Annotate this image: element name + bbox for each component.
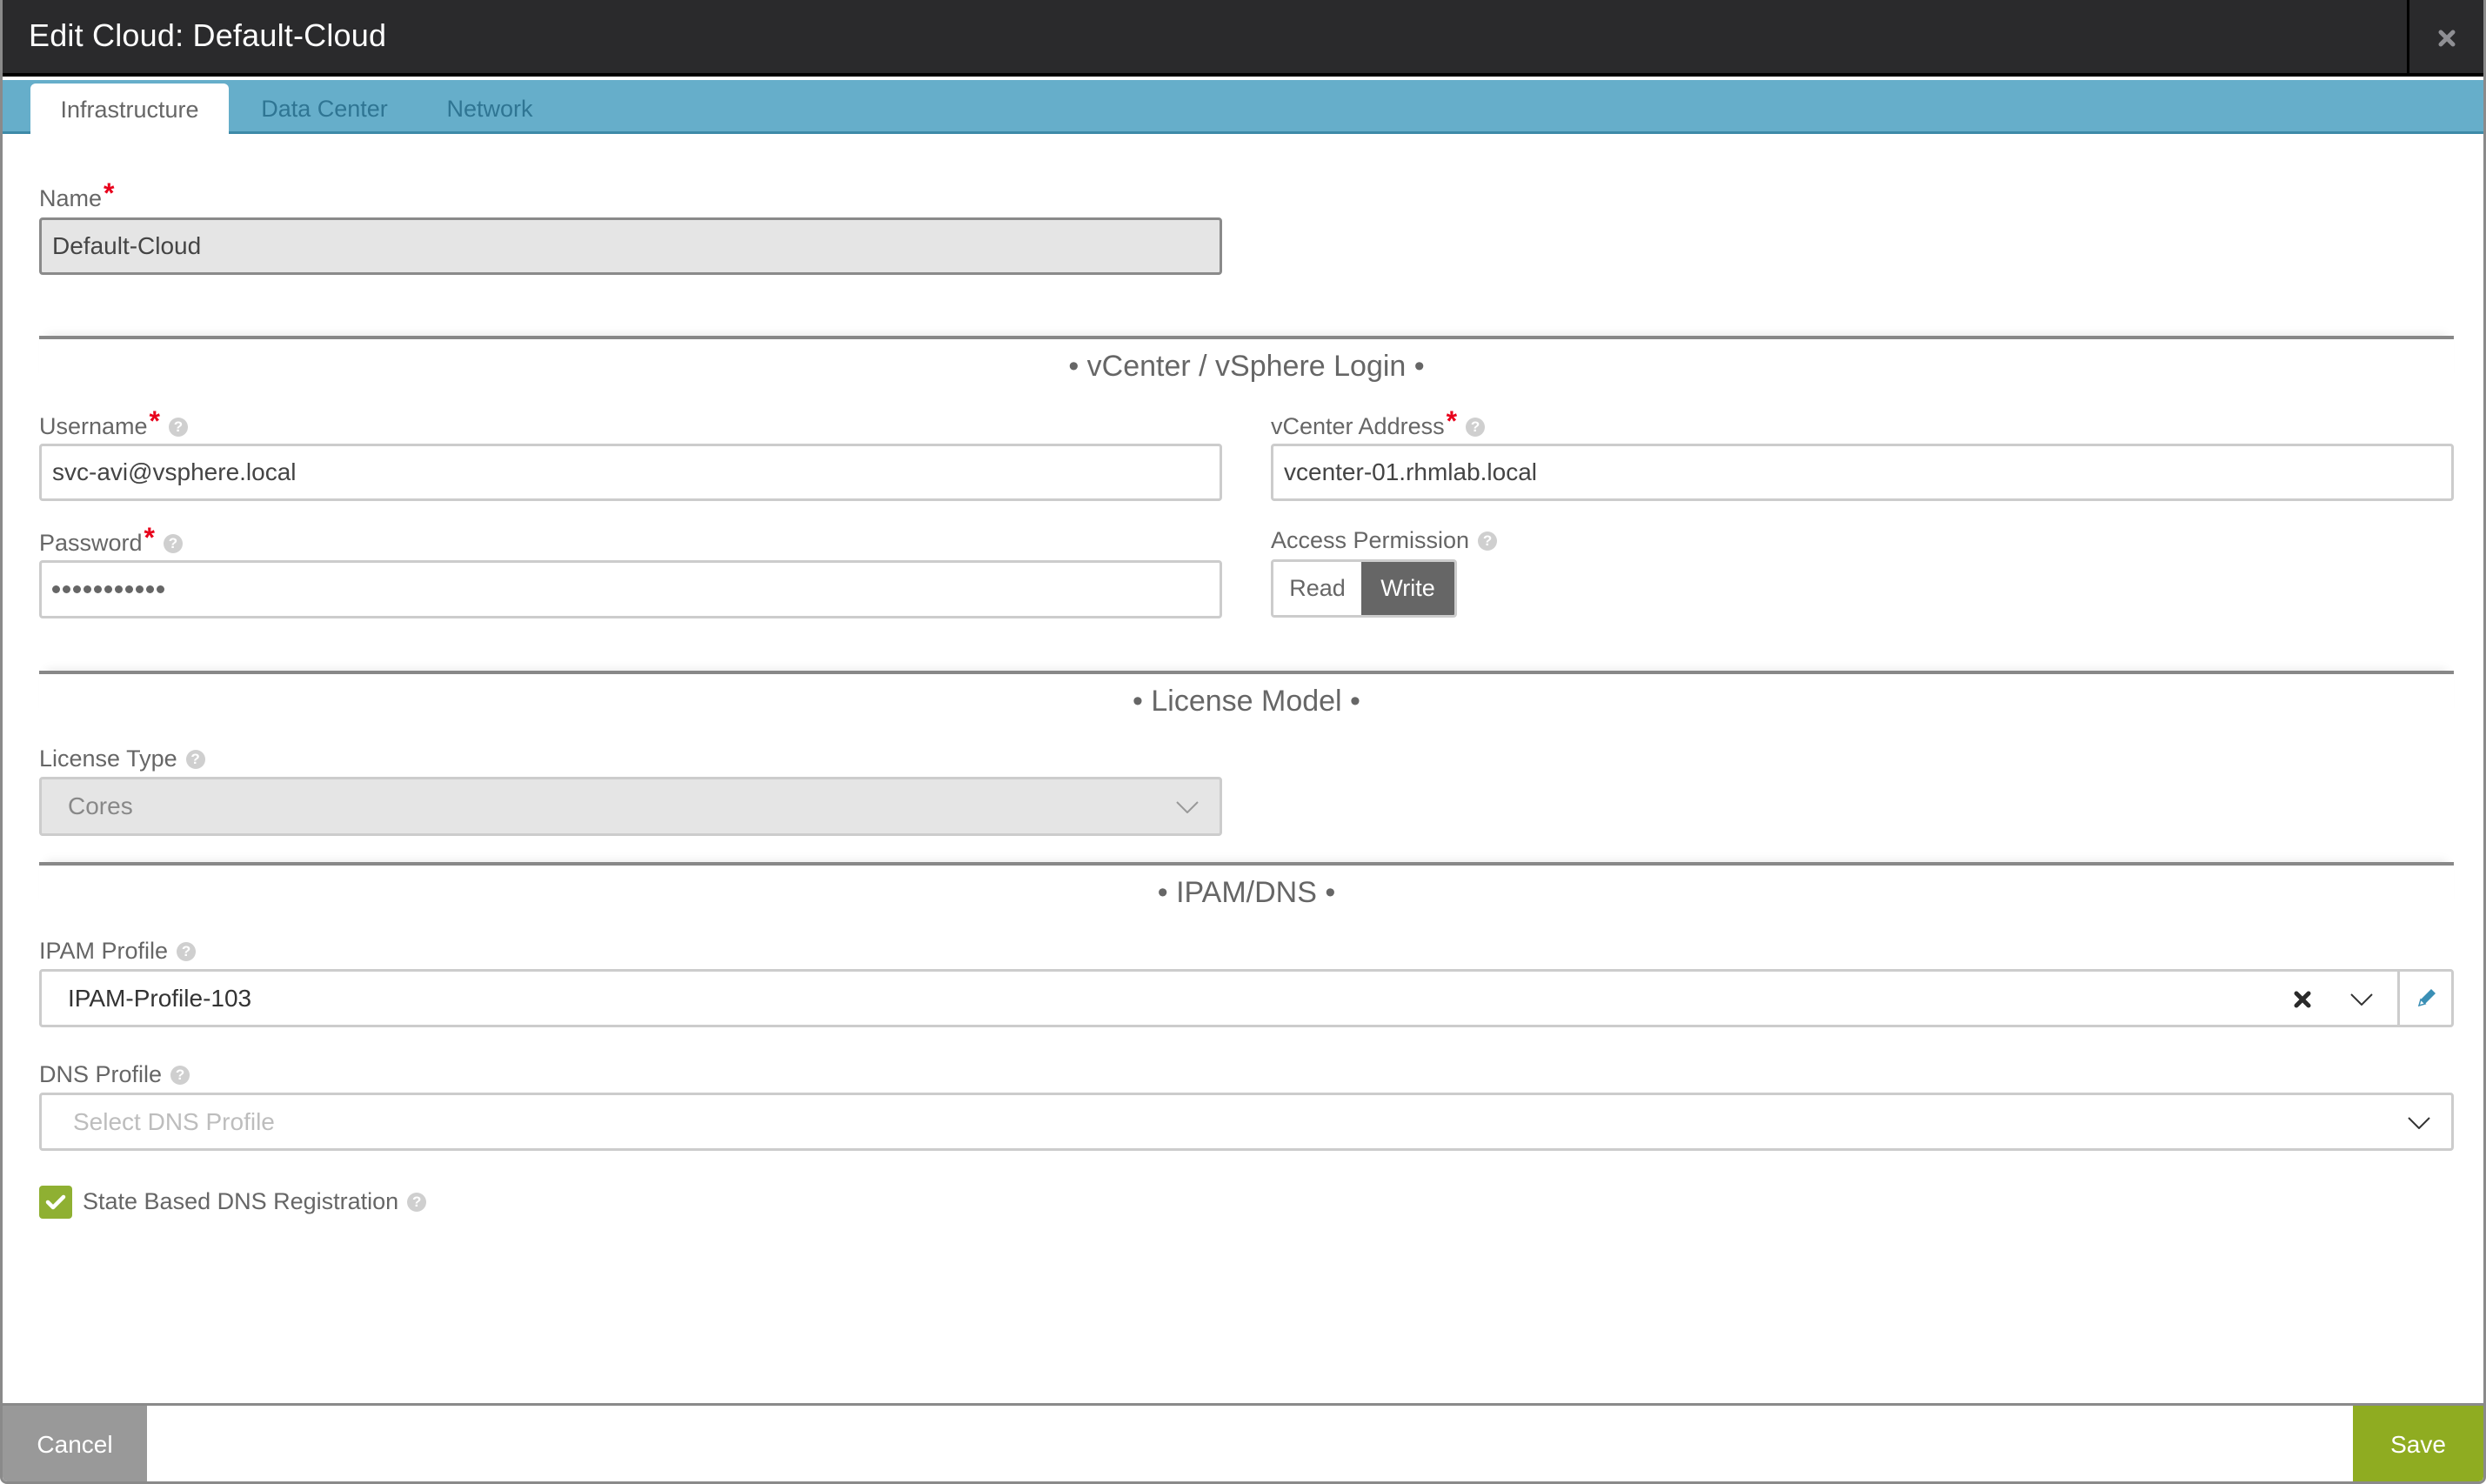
modal-header: Edit Cloud: Default-Cloud	[3, 0, 2483, 77]
tab-bar: Infrastructure Data Center Network	[3, 80, 2483, 137]
required-marker: *	[104, 177, 115, 209]
password-dot	[84, 585, 91, 593]
ipam-profile-label-text: IPAM Profile	[39, 938, 169, 964]
password-label: Password *?	[39, 522, 183, 559]
modal-footer: Cancel Save	[3, 1403, 2483, 1481]
username-value: svc-avi@vsphere.local	[52, 458, 297, 485]
access-permission-label: Access Permission?	[1271, 527, 1498, 554]
help-icon[interactable]: ?	[185, 749, 205, 769]
checkmark-icon	[45, 1194, 66, 1210]
vcenter-address-label-text: vCenter Address	[1271, 413, 1445, 439]
license-type-select[interactable]: Cores	[39, 777, 1222, 836]
edit-cloud-modal: Edit Cloud: Default-Cloud Infrastructure…	[0, 0, 2486, 1484]
section-title: • vCenter / vSphere Login •	[1068, 349, 1425, 383]
chevron-down-icon	[2408, 1117, 2430, 1129]
password-label-text: Password	[39, 530, 143, 556]
help-icon[interactable]: ?	[177, 941, 197, 961]
close-icon	[2438, 30, 2455, 47]
license-type-label-text: License Type	[39, 745, 177, 772]
cancel-button[interactable]: Cancel	[3, 1406, 147, 1481]
password-dot	[73, 585, 81, 593]
chevron-down-icon[interactable]	[2350, 993, 2373, 1006]
save-button[interactable]: Save	[2353, 1406, 2483, 1481]
access-permission-toggle: Read Write	[1271, 559, 1457, 618]
section-title: • IPAM/DNS •	[1157, 875, 1336, 909]
password-dot	[157, 585, 164, 593]
help-icon[interactable]: ?	[164, 533, 183, 553]
tab-data-center[interactable]: Data Center	[237, 84, 411, 134]
password-dot	[94, 585, 102, 593]
access-write-button[interactable]: Write	[1361, 562, 1454, 615]
name-input[interactable]: Default-Cloud	[39, 217, 1222, 275]
close-button[interactable]	[2407, 0, 2483, 77]
password-dot	[146, 585, 154, 593]
help-icon[interactable]: ?	[1466, 417, 1486, 437]
name-label-text: Name	[39, 185, 103, 211]
dns-profile-label-text: DNS Profile	[39, 1061, 163, 1087]
tab-infrastructure[interactable]: Infrastructure	[30, 84, 229, 137]
required-marker: *	[144, 522, 155, 553]
help-icon[interactable]: ?	[170, 1065, 190, 1085]
chevron-down-icon	[1176, 801, 1199, 813]
vcenter-address-value: vcenter-01.rhmlab.local	[1284, 458, 1538, 485]
password-masked-value	[52, 585, 164, 593]
license-type-label: License Type?	[39, 745, 205, 772]
state-based-dns-checkbox[interactable]	[39, 1186, 72, 1219]
required-marker: *	[1446, 405, 1458, 437]
section-license-model: • License Model •	[39, 671, 2454, 728]
section-vcenter-login: • vCenter / vSphere Login •	[39, 336, 2454, 393]
pencil-icon	[2417, 988, 2436, 1006]
access-read-button[interactable]: Read	[1273, 562, 1361, 615]
state-based-dns-label: State Based DNS Registration?	[83, 1188, 427, 1215]
required-marker: *	[149, 405, 160, 437]
state-based-dns-label-text[interactable]: State Based DNS Registration	[83, 1188, 398, 1215]
edit-ipam-profile-button[interactable]	[2397, 972, 2451, 1025]
ipam-profile-value: IPAM-Profile-103	[68, 984, 252, 1012]
ipam-profile-select[interactable]: IPAM-Profile-103	[39, 969, 2454, 1027]
ipam-profile-label: IPAM Profile?	[39, 938, 197, 965]
section-ipam-dns: • IPAM/DNS •	[39, 862, 2454, 919]
modal-title: Edit Cloud: Default-Cloud	[29, 17, 387, 53]
password-dot	[136, 585, 144, 593]
password-dot	[115, 585, 123, 593]
license-type-value: Cores	[68, 792, 133, 819]
dns-profile-label: DNS Profile?	[39, 1061, 190, 1088]
vcenter-address-label: vCenter Address *?	[1271, 405, 1486, 443]
help-icon[interactable]: ?	[169, 417, 188, 437]
password-dot	[104, 585, 112, 593]
section-title: • License Model •	[1133, 684, 1360, 718]
help-icon[interactable]: ?	[407, 1192, 427, 1212]
clear-icon[interactable]	[2293, 990, 2312, 1009]
tab-network[interactable]: Network	[420, 84, 559, 134]
vcenter-address-input[interactable]: vcenter-01.rhmlab.local	[1271, 444, 2454, 501]
dns-profile-placeholder: Select DNS Profile	[73, 1107, 275, 1135]
name-label: Name *	[39, 177, 114, 215]
password-input[interactable]	[39, 560, 1222, 618]
username-label: Username *?	[39, 405, 188, 443]
name-value: Default-Cloud	[52, 232, 202, 259]
username-label-text: Username	[39, 413, 148, 439]
password-dot	[125, 585, 133, 593]
dns-profile-select[interactable]: Select DNS Profile	[39, 1093, 2454, 1151]
help-icon[interactable]: ?	[1478, 531, 1498, 551]
access-permission-label-text: Access Permission	[1271, 527, 1470, 553]
password-dot	[63, 585, 70, 593]
password-dot	[52, 585, 60, 593]
username-input[interactable]: svc-avi@vsphere.local	[39, 444, 1222, 501]
